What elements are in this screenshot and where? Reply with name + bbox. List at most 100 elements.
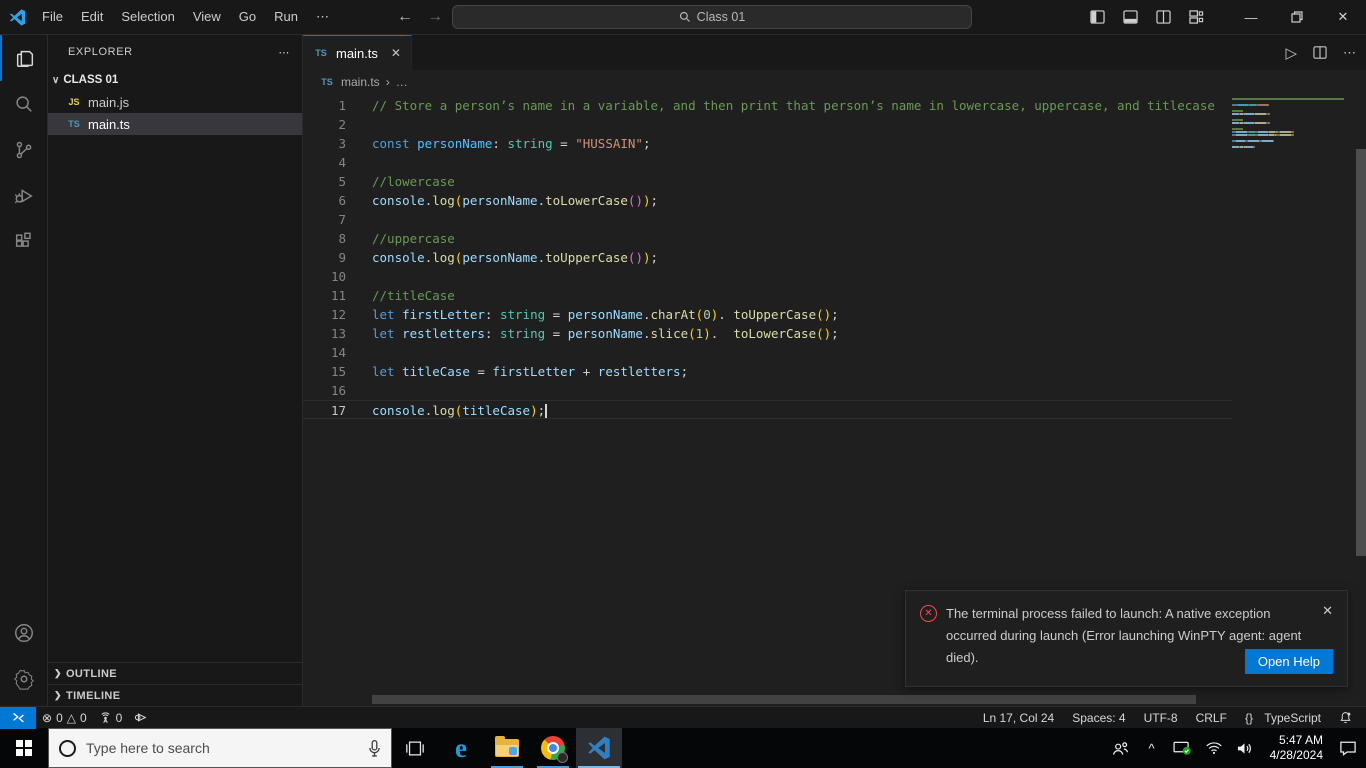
- code-line[interactable]: 1 // Store a person’s name in a variable,…: [303, 96, 1232, 115]
- menu-item-run[interactable]: Run: [266, 5, 306, 29]
- toggle-secondary-sidebar-icon[interactable]: [1156, 10, 1171, 24]
- wifi-icon[interactable]: [1202, 734, 1226, 762]
- taskbar-search[interactable]: Type here to search: [48, 728, 392, 768]
- breadcrumb[interactable]: TS main.ts › …: [303, 70, 1366, 94]
- command-center-search[interactable]: Class 01: [452, 5, 972, 29]
- chrome-taskbar-icon[interactable]: [530, 728, 576, 768]
- edge-taskbar-icon[interactable]: e: [438, 728, 484, 768]
- code-line[interactable]: 2: [303, 115, 1232, 134]
- vertical-scrollbar[interactable]: [1356, 149, 1366, 556]
- people-icon[interactable]: [1109, 734, 1133, 762]
- code-line[interactable]: 5 //lowercase: [303, 172, 1232, 191]
- eol-sequence[interactable]: CRLF: [1188, 711, 1235, 725]
- volume-icon[interactable]: [1233, 734, 1257, 762]
- code-line[interactable]: 13 let restletters: string = personName.s…: [303, 324, 1232, 343]
- open-help-button[interactable]: Open Help: [1244, 649, 1333, 674]
- code-line[interactable]: 15 let titleCase = firstLetter + restlett…: [303, 362, 1232, 381]
- run-debug-icon[interactable]: [0, 173, 48, 219]
- start-button[interactable]: [0, 728, 48, 768]
- menu-item-edit[interactable]: Edit: [73, 5, 111, 29]
- code-line[interactable]: 8 //uppercase: [303, 229, 1232, 248]
- file-name: main.js: [88, 94, 130, 110]
- action-center-icon[interactable]: [1336, 734, 1360, 762]
- code-line[interactable]: 9 console.log(personName.toUpperCase());: [303, 248, 1232, 267]
- line-number: 1: [338, 98, 346, 113]
- code-line[interactable]: 17 console.log(titleCase);: [303, 400, 1232, 419]
- file-item-main-js[interactable]: JS main.js: [48, 91, 302, 113]
- line-number: 8: [338, 231, 346, 246]
- js-file-icon: JS: [68, 97, 80, 107]
- horizontal-scrollbar[interactable]: [372, 695, 1196, 704]
- close-window-button[interactable]: ✕: [1320, 0, 1366, 34]
- activity-bar: [0, 35, 48, 706]
- explorer-icon[interactable]: [0, 35, 48, 81]
- chevron-right-icon: ❯: [54, 690, 62, 700]
- indentation[interactable]: Spaces: 4: [1064, 711, 1133, 725]
- microphone-icon[interactable]: [368, 739, 381, 758]
- chevron-right-icon: ❯: [54, 668, 62, 678]
- tab-main-ts[interactable]: TS main.ts ✕: [303, 35, 412, 70]
- ts-file-icon: TS: [68, 119, 80, 129]
- line-number: 2: [338, 117, 346, 132]
- settings-gear-icon[interactable]: [0, 656, 48, 702]
- taskbar-search-placeholder: Type here to search: [86, 740, 210, 756]
- menu-item-[interactable]: ⋯: [308, 5, 337, 29]
- problems-indicator[interactable]: ⊗ 0 △ 0: [36, 711, 93, 725]
- minimap[interactable]: [1232, 98, 1356, 149]
- vscode-taskbar-icon[interactable]: [576, 728, 622, 768]
- line-number: 13: [330, 326, 346, 341]
- search-sidebar-icon[interactable]: [0, 81, 48, 127]
- code-line[interactable]: 6 console.log(personName.toLowerCase());: [303, 191, 1232, 210]
- more-actions-icon[interactable]: ⋯: [1343, 45, 1356, 61]
- hidden-icons-chevron[interactable]: ^: [1140, 734, 1164, 762]
- line-number: 16: [330, 383, 346, 398]
- toggle-panel-icon[interactable]: [1123, 10, 1138, 24]
- toggle-sidebar-icon[interactable]: [1090, 10, 1105, 24]
- windows-taskbar: Type here to search e ^ 5:47 AM 4/28/202…: [0, 728, 1366, 768]
- language-mode[interactable]: {} TypeScript: [1237, 711, 1329, 725]
- file-item-main-ts[interactable]: TS main.ts: [48, 113, 302, 135]
- code-line[interactable]: 12 let firstLetter: string = personName.c…: [303, 305, 1232, 324]
- line-content: // Store a person’s name in a variable, …: [372, 98, 1215, 113]
- line-content: //titleCase: [372, 288, 455, 303]
- notifications-bell-icon[interactable]: [1331, 711, 1360, 724]
- ports-indicator[interactable]: 0: [93, 711, 129, 725]
- explorer-actions-icon[interactable]: ⋯: [278, 46, 290, 59]
- menu-item-selection[interactable]: Selection: [113, 5, 182, 29]
- code-line[interactable]: 4: [303, 153, 1232, 172]
- code-line[interactable]: 3 const personName: string = "HUSSAIN";: [303, 134, 1232, 153]
- clock[interactable]: 5:47 AM 4/28/2024: [1264, 733, 1329, 763]
- restore-button[interactable]: [1274, 0, 1320, 34]
- account-icon[interactable]: [0, 610, 48, 656]
- ports-icon: [99, 711, 112, 724]
- customize-layout-icon[interactable]: [1189, 10, 1204, 24]
- nav-forward-icon[interactable]: →: [427, 8, 443, 26]
- source-control-icon[interactable]: [0, 127, 48, 173]
- code-line[interactable]: 16: [303, 381, 1232, 400]
- chevron-down-icon: ∨: [52, 74, 60, 86]
- file-explorer-taskbar-icon[interactable]: [484, 728, 530, 768]
- menu-item-file[interactable]: File: [34, 5, 71, 29]
- folder-class01[interactable]: ∨ CLASS 01: [48, 69, 302, 91]
- remote-indicator[interactable]: [0, 706, 36, 729]
- error-icon: ✕: [920, 605, 937, 622]
- menu-item-view[interactable]: View: [185, 5, 229, 29]
- outline-section[interactable]: ❯ OUTLINE: [48, 662, 302, 684]
- split-editor-icon[interactable]: [1313, 46, 1327, 59]
- menu-item-go[interactable]: Go: [231, 5, 264, 29]
- minimize-button[interactable]: —: [1228, 0, 1274, 34]
- display-sync-icon[interactable]: [1171, 734, 1195, 762]
- task-view-button[interactable]: [392, 728, 438, 768]
- launch-indicator[interactable]: [128, 711, 154, 724]
- code-line[interactable]: 14: [303, 343, 1232, 362]
- code-line[interactable]: 7: [303, 210, 1232, 229]
- encoding[interactable]: UTF-8: [1136, 711, 1186, 725]
- timeline-section[interactable]: ❯ TIMELINE: [48, 684, 302, 706]
- run-file-icon[interactable]: ▷: [1285, 44, 1297, 62]
- tab-close-icon[interactable]: ✕: [391, 46, 401, 60]
- cursor-position[interactable]: Ln 17, Col 24: [975, 711, 1062, 725]
- code-line[interactable]: 10: [303, 267, 1232, 286]
- extensions-icon[interactable]: [0, 219, 48, 265]
- nav-back-icon[interactable]: ←: [397, 8, 413, 26]
- code-line[interactable]: 11 //titleCase: [303, 286, 1232, 305]
